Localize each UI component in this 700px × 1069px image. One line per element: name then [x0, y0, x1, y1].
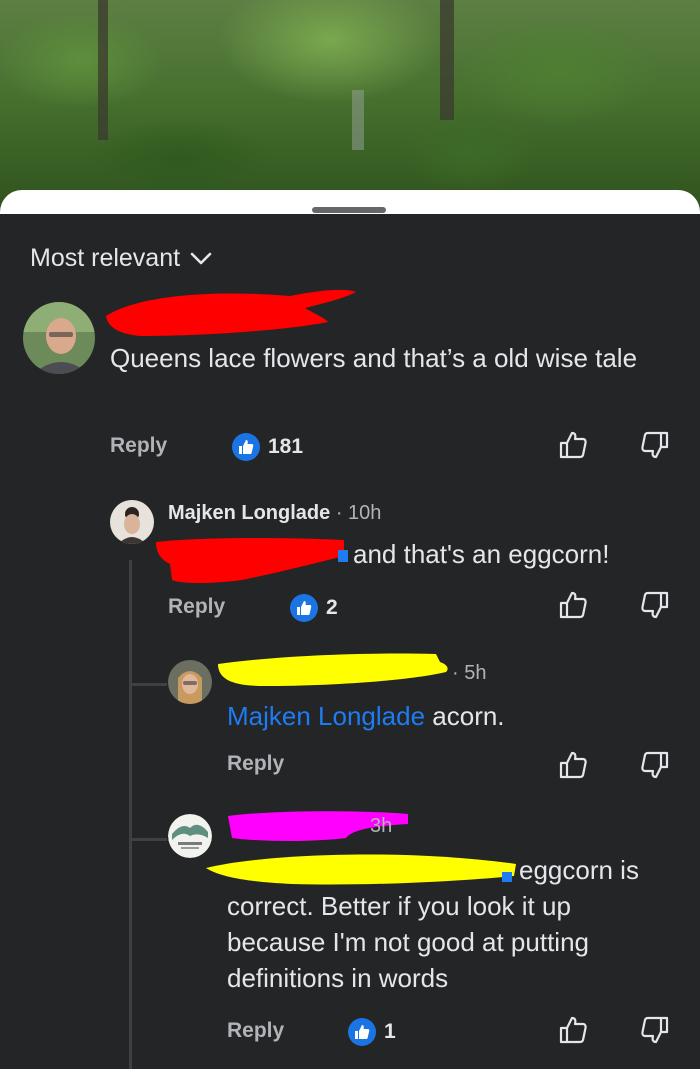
like-count[interactable]: 1: [348, 1018, 396, 1046]
avatar[interactable]: [23, 302, 95, 374]
reply-button[interactable]: Reply: [227, 1019, 284, 1043]
thread-branch: [129, 683, 167, 686]
upvote-icon[interactable]: [558, 1015, 588, 1045]
reply-button[interactable]: Reply: [227, 752, 284, 776]
redaction-mark: [156, 538, 348, 583]
downvote-icon[interactable]: [640, 590, 670, 620]
like-badge-icon: [290, 594, 318, 622]
downvote-icon[interactable]: [640, 1015, 670, 1045]
like-count[interactable]: 181: [232, 433, 303, 461]
downvote-icon[interactable]: [640, 430, 670, 460]
comment-author-line: Majken Longlade · 10h: [168, 502, 381, 525]
sheet-drag-handle[interactable]: [312, 207, 386, 213]
post-photo: [0, 0, 700, 215]
like-badge-icon: [232, 433, 260, 461]
comment-text: eggcorn is correct. Better if you look i…: [227, 855, 639, 993]
avatar[interactable]: [110, 500, 154, 544]
timestamp: 3h: [370, 815, 393, 837]
timestamp: · 5h: [452, 662, 487, 684]
redaction-mark: [218, 653, 448, 686]
author-name[interactable]: Majken Longlade: [168, 502, 330, 524]
upvote-icon[interactable]: [558, 430, 588, 460]
upvote-icon[interactable]: [558, 750, 588, 780]
reply-button[interactable]: Reply: [168, 595, 225, 619]
redaction-mark: [106, 289, 356, 336]
comment-text: Queens lace flowers and that’s a old wis…: [110, 343, 638, 373]
mention-link[interactable]: Majken Longlade: [227, 701, 425, 731]
sort-label: Most relevant: [30, 244, 181, 272]
like-badge-icon: [348, 1018, 376, 1046]
comment-author-line: 3h: [370, 815, 392, 838]
comment-text: and that's an eggcorn!: [353, 539, 610, 569]
avatar[interactable]: [168, 660, 212, 704]
like-count[interactable]: 2: [290, 594, 338, 622]
timestamp: · 10h: [335, 502, 382, 524]
comment-author-line: · 5h: [452, 662, 486, 685]
reply-button[interactable]: Reply: [110, 434, 167, 458]
sort-dropdown[interactable]: Most relevant: [30, 244, 212, 273]
upvote-icon[interactable]: [558, 590, 588, 620]
comment-text-rest: acorn.: [425, 701, 505, 731]
like-count-value: 2: [326, 596, 338, 619]
downvote-icon[interactable]: [640, 750, 670, 780]
thread-line: [129, 560, 132, 1069]
comment-text: Majken Longlade acorn.: [227, 698, 505, 734]
thread-branch: [129, 838, 167, 841]
like-count-value: 181: [268, 435, 304, 458]
like-count-value: 1: [384, 1020, 396, 1043]
chevron-down-icon: [190, 252, 212, 264]
